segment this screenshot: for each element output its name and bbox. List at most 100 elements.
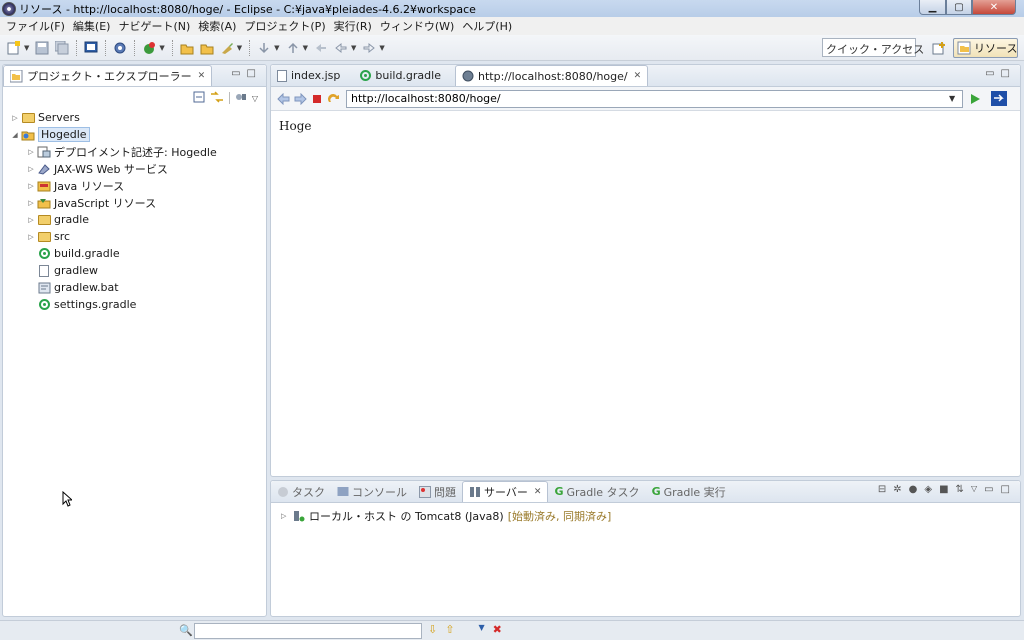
forward-dropdown-icon[interactable]: ▼ — [379, 44, 384, 52]
perspective-resource-button[interactable]: リソース — [953, 38, 1018, 58]
console-icon[interactable] — [83, 40, 99, 56]
tree-item-hogedle[interactable]: ◢ Hogedle — [9, 126, 266, 143]
collapse-all-icon[interactable] — [193, 91, 205, 106]
prev-annotation-icon[interactable] — [285, 40, 301, 56]
close-tab-icon[interactable]: ✕ — [634, 71, 642, 81]
go-icon[interactable] — [969, 93, 981, 105]
tree-item-gradle-folder[interactable]: ▷ gradle — [9, 211, 266, 228]
tree-item-jaxws[interactable]: ▷ JAX-WS Web サービス — [9, 160, 266, 177]
menu-project[interactable]: プロジェクト(P) — [240, 18, 329, 34]
tree-item-src[interactable]: ▷ src — [9, 228, 266, 245]
minimize-icon[interactable]: ▭ — [231, 68, 240, 79]
tab-browser[interactable]: http://localhost:8080/hoge/ ✕ — [454, 65, 649, 86]
maximize-icon[interactable]: □ — [1001, 484, 1010, 495]
browser-back-icon[interactable] — [277, 92, 290, 105]
brush-icon[interactable] — [219, 40, 235, 56]
status-search-input[interactable] — [194, 623, 422, 639]
collapse-arrow-icon[interactable]: ◢ — [9, 131, 21, 139]
view-filter-icon[interactable] — [235, 91, 247, 106]
debug-icon[interactable] — [141, 40, 157, 56]
tree-item-deployment-descriptor[interactable]: ▷ デプロイメント記述子: Hogedle — [9, 143, 266, 160]
menu-edit[interactable]: 編集(E) — [69, 18, 115, 34]
clear-icon[interactable]: ✖ — [493, 623, 502, 636]
expand-arrow-icon[interactable]: ▷ — [25, 233, 37, 241]
brush-dropdown-icon[interactable]: ▼ — [237, 44, 242, 52]
collapse-all-icon[interactable]: ⊟ — [878, 484, 886, 495]
minimize-icon[interactable]: ▭ — [984, 484, 993, 495]
last-edit-icon[interactable] — [313, 40, 329, 56]
tree-item-java-resources[interactable]: ▷ Java リソース — [9, 177, 266, 194]
start-server-icon[interactable]: ● — [909, 484, 918, 495]
close-tab-icon[interactable]: ✕ — [534, 487, 542, 497]
tree-item-build-gradle[interactable]: build.gradle — [9, 245, 266, 262]
tab-gradle-executions[interactable]: G Gradle 実行 — [646, 481, 732, 502]
open-perspective-icon[interactable] — [930, 39, 948, 57]
view-menu-icon[interactable]: ▽ — [971, 484, 977, 495]
new-dropdown-icon[interactable]: ▼ — [24, 44, 29, 52]
maximize-button[interactable]: ▢ — [946, 0, 972, 15]
close-tab-icon[interactable]: ✕ — [198, 71, 206, 81]
expand-arrow-icon[interactable]: ▷ — [9, 114, 21, 122]
tab-project-explorer[interactable]: プロジェクト・エクスプローラー ✕ — [3, 65, 213, 86]
expand-arrow-icon[interactable]: ▷ — [25, 216, 37, 224]
new-icon[interactable] — [6, 40, 22, 56]
debug-server-icon[interactable]: ✲ — [893, 484, 901, 495]
tab-index-jsp[interactable]: index.jsp — [271, 65, 346, 86]
menu-run[interactable]: 実行(R) — [330, 18, 376, 34]
minimize-icon[interactable]: ▭ — [985, 68, 994, 79]
profile-server-icon[interactable]: ◈ — [924, 484, 932, 495]
tab-build-gradle[interactable]: build.gradle — [354, 65, 447, 86]
menu-search[interactable]: 検索(A) — [194, 18, 240, 34]
prev-arrow-icon[interactable]: ⇧ — [445, 623, 454, 636]
tab-servers[interactable]: サーバー ✕ — [462, 481, 549, 502]
open-folder-icon[interactable] — [179, 40, 195, 56]
expand-arrow-icon[interactable]: ▷ — [25, 199, 37, 207]
tree-item-gradlew-bat[interactable]: gradlew.bat — [9, 279, 266, 296]
settings-icon[interactable] — [112, 40, 128, 56]
browser-stop-icon[interactable] — [311, 93, 323, 105]
view-menu-icon[interactable]: ▽ — [252, 94, 258, 103]
back-dropdown-icon[interactable]: ▼ — [351, 44, 356, 52]
expand-arrow-icon[interactable]: ▷ — [25, 182, 37, 190]
open-project-icon[interactable] — [199, 40, 215, 56]
menu-file[interactable]: ファイル(F) — [2, 18, 69, 34]
expand-arrow-icon[interactable]: ▷ — [25, 148, 37, 156]
url-input[interactable] — [346, 89, 963, 108]
dropdown-icon[interactable]: ▼ — [478, 623, 484, 636]
save-icon[interactable] — [34, 40, 50, 56]
url-dropdown-icon[interactable]: ▼ — [949, 94, 955, 103]
menu-window[interactable]: ウィンドウ(W) — [376, 18, 458, 34]
server-list-item[interactable]: ▷ ローカル・ホスト の Tomcat8 (Java8) [始動済み, 同期済み… — [271, 507, 1020, 525]
browser-refresh-icon[interactable] — [327, 93, 340, 105]
tab-console[interactable]: コンソール — [331, 481, 413, 502]
menu-navigate[interactable]: ナビゲート(N) — [114, 18, 194, 34]
publish-icon[interactable]: ⇅ — [956, 484, 964, 495]
tree-item-servers[interactable]: ▷ Servers — [9, 109, 266, 126]
next-annotation-icon[interactable] — [256, 40, 272, 56]
close-button[interactable]: ✕ — [972, 0, 1016, 15]
menu-help[interactable]: ヘルプ(H) — [458, 18, 516, 34]
minimize-button[interactable]: ▁ — [919, 0, 946, 15]
tree-item-gradlew[interactable]: gradlew — [9, 262, 266, 279]
expand-arrow-icon[interactable]: ▷ — [25, 165, 37, 173]
debug-dropdown-icon[interactable]: ▼ — [159, 44, 164, 52]
quick-access-field[interactable]: クイック・アクセス — [822, 38, 924, 57]
tab-problems[interactable]: 問題 — [413, 481, 462, 502]
browser-forward-icon[interactable] — [294, 92, 307, 105]
next-arrow-icon[interactable]: ⇩ — [428, 623, 437, 636]
back-icon[interactable] — [333, 40, 349, 56]
expand-arrow-icon[interactable]: ▷ — [281, 512, 293, 520]
external-browser-icon[interactable] — [991, 91, 1008, 106]
next-annotation-dropdown-icon[interactable]: ▼ — [274, 44, 279, 52]
tab-gradle-tasks[interactable]: G Gradle タスク — [548, 481, 645, 502]
stop-server-icon[interactable]: ■ — [939, 484, 948, 495]
forward-icon[interactable] — [361, 40, 377, 56]
save-all-icon[interactable] — [54, 40, 70, 56]
tree-item-javascript-resources[interactable]: ▷ JavaScript リソース — [9, 194, 266, 211]
tab-tasks[interactable]: タスク — [271, 481, 331, 502]
maximize-icon[interactable]: □ — [247, 68, 256, 79]
link-with-editor-icon[interactable] — [210, 90, 224, 106]
maximize-icon[interactable]: □ — [1001, 68, 1010, 79]
tree-item-settings-gradle[interactable]: settings.gradle — [9, 296, 266, 313]
prev-annotation-dropdown-icon[interactable]: ▼ — [303, 44, 308, 52]
